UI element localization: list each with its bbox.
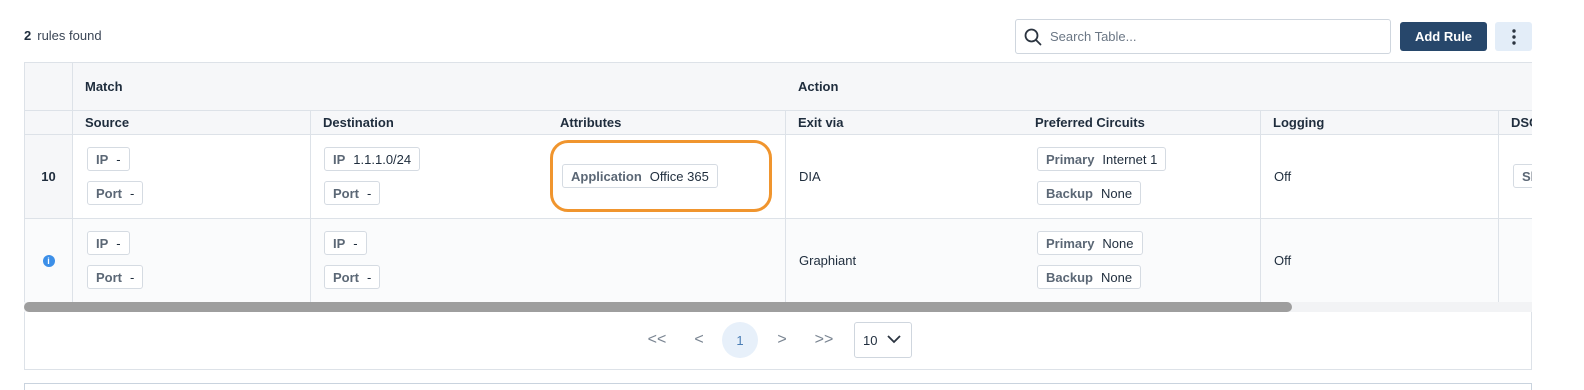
dscp-cell: Sl (1499, 135, 1532, 219)
horizontal-scrollbar-thumb[interactable] (24, 302, 1292, 312)
destination-ip-chip: IP - (324, 231, 367, 255)
primary-circuit-chip: Primary Internet 1 (1037, 147, 1167, 171)
row-index: i (25, 219, 73, 302)
col-attributes[interactable]: Attributes (548, 111, 786, 135)
circuits-cell: Primary Internet 1 Backup None (1023, 135, 1261, 219)
kebab-menu-icon (1511, 28, 1516, 45)
dscp-cell (1499, 219, 1532, 302)
col-preferred-circuits[interactable]: Preferred Circuits (1023, 111, 1261, 135)
action-group-header: Action (786, 63, 1532, 111)
destination-port-chip: Port - (324, 265, 381, 289)
destination-port-chip: Port - (324, 181, 381, 205)
col-exit-via[interactable]: Exit via (786, 111, 1024, 135)
index-col-header (25, 111, 73, 135)
row-index: 10 (25, 135, 73, 219)
rules-table: Match Action Source Destination Attribut… (24, 62, 1532, 302)
destination-cell: IP 1.1.1.0/24 Port - (311, 135, 549, 219)
col-source[interactable]: Source (73, 111, 311, 135)
col-destination[interactable]: Destination (311, 111, 549, 135)
index-header (25, 63, 73, 111)
highlight-annotation (550, 140, 772, 212)
circuits-cell: Primary None Backup None (1023, 219, 1261, 302)
source-cell: IP - Port - (73, 219, 311, 302)
current-page-button[interactable]: 1 (722, 322, 758, 358)
source-port-chip: Port - (87, 181, 144, 205)
primary-circuit-chip: Primary None (1037, 231, 1143, 255)
source-ip-chip: IP - (87, 231, 130, 255)
next-page-button[interactable]: > (764, 322, 800, 358)
logging-cell: Off (1261, 135, 1499, 219)
next-panel-edge (24, 383, 1532, 390)
search-input[interactable] (1050, 29, 1370, 44)
match-group-header: Match (73, 63, 798, 111)
results-count: 2 rules found (24, 28, 102, 43)
more-options-button[interactable] (1495, 22, 1532, 51)
exit-via-cell: Graphiant (786, 219, 1024, 302)
col-logging[interactable]: Logging (1261, 111, 1499, 135)
last-page-button[interactable]: >> (806, 322, 842, 358)
prev-page-button[interactable]: < (681, 322, 717, 358)
backup-circuit-chip: Backup None (1037, 265, 1142, 289)
search-box[interactable] (1015, 19, 1391, 54)
attributes-cell (548, 219, 786, 302)
dscp-chip: Sl (1513, 164, 1532, 188)
backup-circuit-chip: Backup None (1037, 181, 1142, 205)
info-icon[interactable]: i (42, 254, 55, 267)
source-ip-chip: IP - (87, 147, 130, 171)
source-cell: IP - Port - (73, 135, 311, 219)
chevron-down-icon (887, 335, 901, 344)
destination-ip-chip: IP 1.1.1.0/24 (324, 147, 421, 171)
first-page-button[interactable]: << (639, 322, 675, 358)
page-size-select[interactable]: 10 (854, 322, 912, 358)
logging-cell: Off (1261, 219, 1499, 302)
add-rule-button[interactable]: Add Rule (1400, 22, 1487, 51)
search-icon (1024, 28, 1042, 45)
destination-cell: IP - Port - (311, 219, 549, 302)
source-port-chip: Port - (87, 265, 144, 289)
col-dscp[interactable]: DSC (1499, 111, 1532, 135)
exit-via-cell: DIA (786, 135, 1024, 219)
